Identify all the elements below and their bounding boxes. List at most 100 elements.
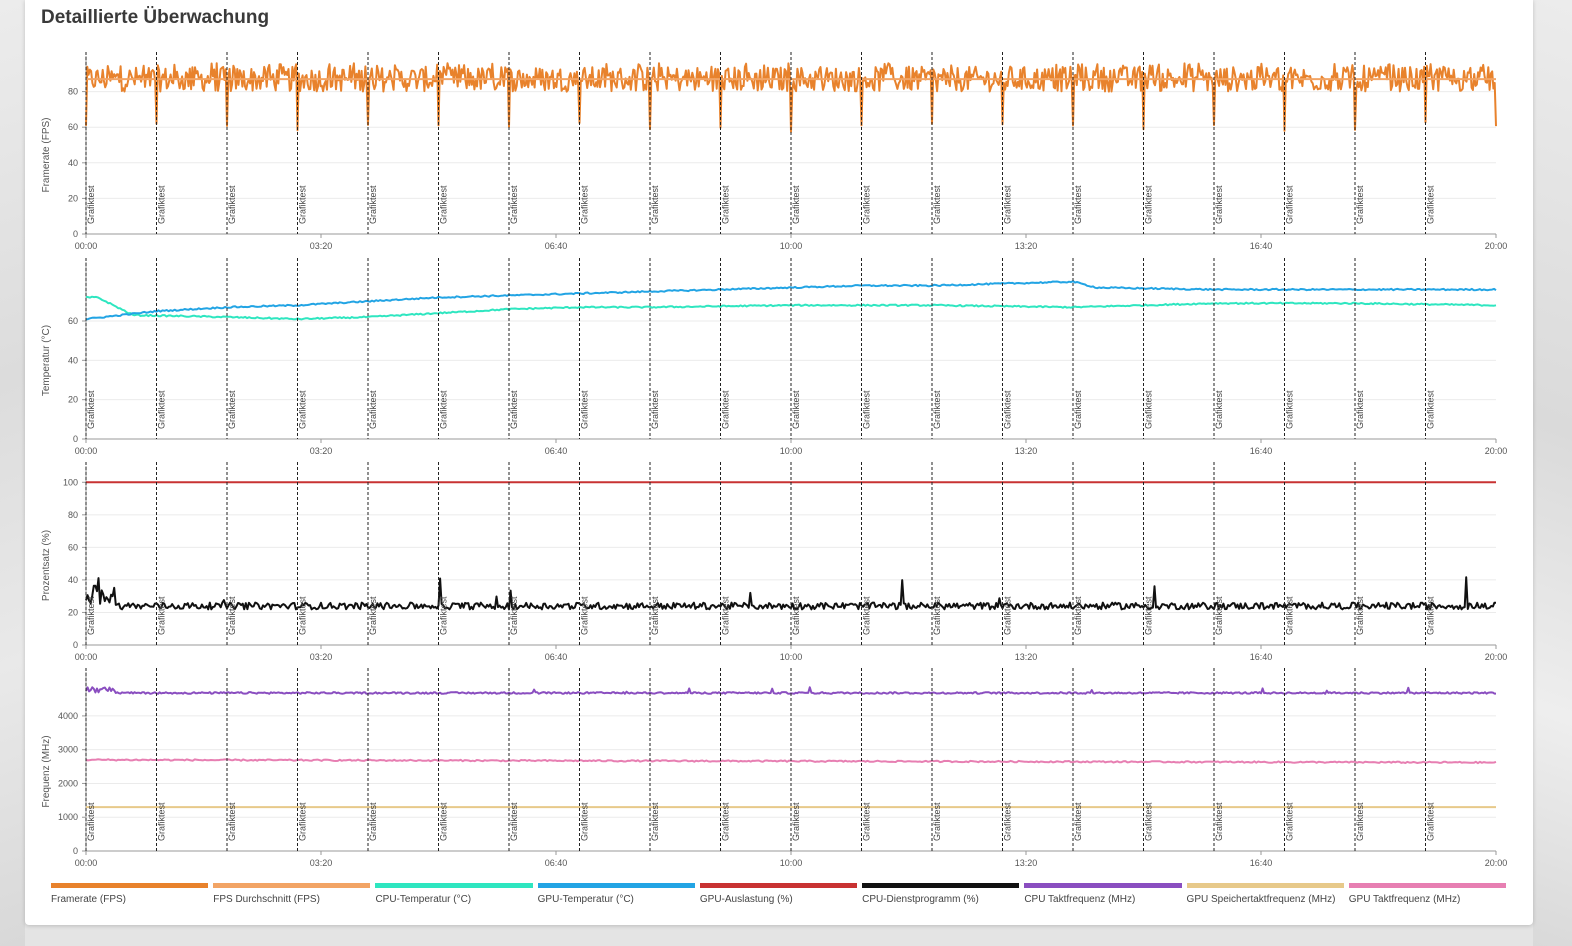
- event-marker-label: Grafiktest: [721, 802, 731, 841]
- event-marker-label: Grafiktest: [1214, 802, 1224, 841]
- event-marker-label: Grafiktest: [1355, 390, 1365, 429]
- y-tick-label: 2000: [58, 778, 78, 788]
- event-marker-label: Grafiktest: [298, 802, 308, 841]
- event-marker-label: Grafiktest: [157, 596, 167, 635]
- x-tick-label: 10:00: [780, 446, 803, 456]
- legend-item[interactable]: FPS Durchschnitt (FPS): [213, 883, 371, 907]
- event-marker-label: Grafiktest: [862, 596, 872, 635]
- y-tick-label: 1000: [58, 812, 78, 822]
- event-marker-label: Grafiktest: [1285, 596, 1295, 635]
- x-tick-label: 20:00: [1485, 446, 1508, 456]
- legend-item[interactable]: Framerate (FPS): [51, 883, 209, 907]
- x-tick-label: 03:20: [310, 241, 333, 251]
- y-tick-label: 0: [73, 846, 78, 856]
- event-marker-label: Grafiktest: [1426, 390, 1436, 429]
- x-tick-label: 10:00: [780, 652, 803, 662]
- event-marker-label: Grafiktest: [862, 185, 872, 224]
- event-marker-label: Grafiktest: [227, 390, 237, 429]
- x-tick-label: 16:40: [1250, 858, 1273, 868]
- event-marker-label: Grafiktest: [157, 185, 167, 224]
- legend-swatch: [375, 883, 533, 888]
- legend-item[interactable]: GPU-Temperatur (°C): [537, 883, 695, 907]
- x-tick-label: 06:40: [545, 858, 568, 868]
- event-marker-label: Grafiktest: [650, 596, 660, 635]
- event-marker-label: Grafiktest: [1426, 185, 1436, 224]
- x-tick-label: 20:00: [1485, 652, 1508, 662]
- chart-panel-3: 0 20 40 60 80 100 00:00 03:20 06:40 10:00 13:20 16:…: [41, 462, 1507, 662]
- event-marker-label: Grafiktest: [1073, 390, 1083, 429]
- y-tick-label: 60: [68, 122, 78, 132]
- legend-label: Framerate (FPS): [51, 894, 127, 905]
- monitoring-charts: 0 20 40 60 80 00:00 03:20 06:40 10:00 13:20 16:40 2…: [41, 52, 1508, 868]
- event-marker-label: Grafiktest: [157, 802, 167, 841]
- event-marker-label: Grafiktest: [1214, 390, 1224, 429]
- event-marker-label: Grafiktest: [1144, 390, 1154, 429]
- event-marker-label: Grafiktest: [1073, 185, 1083, 224]
- x-tick-label: 16:40: [1250, 652, 1273, 662]
- x-tick-label: 03:20: [310, 652, 333, 662]
- y-tick-label: 0: [73, 229, 78, 239]
- x-tick-label: 20:00: [1485, 858, 1508, 868]
- event-marker-label: Grafiktest: [932, 596, 942, 635]
- x-tick-label: 00:00: [75, 858, 98, 868]
- x-tick-label: 16:40: [1250, 241, 1273, 251]
- event-marker-label: Grafiktest: [791, 390, 801, 429]
- event-marker-label: Grafiktest: [1426, 596, 1436, 635]
- legend-swatch: [1348, 883, 1506, 888]
- legend-item[interactable]: CPU-Dienstprogramm (%): [862, 883, 1020, 907]
- event-marker-label: Grafiktest: [368, 185, 378, 224]
- event-marker-label: Grafiktest: [1426, 802, 1436, 841]
- chart-panel-4: 0 1000 2000 3000 4000 00:00 03:20 06:40 10:00 13:…: [41, 668, 1507, 868]
- y-tick-label: 60: [68, 316, 78, 326]
- event-marker-label: Grafiktest: [580, 596, 590, 635]
- x-tick-label: 06:40: [545, 241, 568, 251]
- y-axis-label: Temperatur (°C): [41, 325, 52, 396]
- event-marker-label: Grafiktest: [509, 802, 519, 841]
- event-marker-label: Grafiktest: [509, 596, 519, 635]
- event-marker-label: Grafiktest: [721, 185, 731, 224]
- event-marker-label: Grafiktest: [227, 596, 237, 635]
- event-marker-label: Grafiktest: [439, 185, 449, 224]
- event-marker-label: Grafiktest: [1144, 185, 1154, 224]
- event-marker-label: Grafiktest: [1144, 596, 1154, 635]
- event-marker-label: Grafiktest: [650, 185, 660, 224]
- x-tick-label: 13:20: [1015, 446, 1038, 456]
- event-marker-label: Grafiktest: [580, 185, 590, 224]
- event-marker-label: Grafiktest: [862, 802, 872, 841]
- y-axis-label: Prozentsatz (%): [41, 530, 52, 601]
- event-marker-label: Grafiktest: [791, 185, 801, 224]
- legend-label: GPU-Auslastung (%): [699, 894, 793, 905]
- x-tick-label: 00:00: [75, 652, 98, 662]
- legend-item[interactable]: GPU Taktfrequenz (MHz): [1348, 883, 1506, 907]
- legend-item[interactable]: CPU-Temperatur (°C): [375, 883, 533, 907]
- event-marker-label: Grafiktest: [86, 802, 96, 841]
- event-marker-label: Grafiktest: [932, 185, 942, 224]
- legend-swatch: [862, 883, 1020, 888]
- x-tick-label: 10:00: [780, 858, 803, 868]
- event-marker-label: Grafiktest: [509, 185, 519, 224]
- legend-item[interactable]: GPU Speichertaktfrequenz (MHz): [1186, 883, 1344, 907]
- event-marker-label: Grafiktest: [1003, 390, 1013, 429]
- chart-panel-1: 0 20 40 60 80 00:00 03:20 06:40 10:00 13:20 16:40 2…: [41, 52, 1507, 251]
- event-marker-label: Grafiktest: [298, 596, 308, 635]
- x-tick-label: 03:20: [310, 858, 333, 868]
- event-marker-label: Grafiktest: [650, 390, 660, 429]
- x-tick-label: 10:00: [780, 241, 803, 251]
- event-marker-label: Grafiktest: [227, 802, 237, 841]
- legend-swatch: [1186, 883, 1344, 888]
- event-marker-label: Grafiktest: [1073, 802, 1083, 841]
- event-marker-label: Grafiktest: [1355, 802, 1365, 841]
- y-tick-label: 0: [73, 640, 78, 650]
- legend-swatch: [51, 883, 209, 888]
- event-marker-label: Grafiktest: [368, 802, 378, 841]
- legend-item[interactable]: CPU Taktfrequenz (MHz): [1024, 883, 1182, 907]
- y-axis-label: Frequenz (MHz): [41, 735, 52, 807]
- legend-item[interactable]: GPU-Auslastung (%): [699, 883, 858, 907]
- y-tick-label: 60: [68, 542, 78, 552]
- event-marker-label: Grafiktest: [157, 390, 167, 429]
- x-tick-label: 20:00: [1485, 241, 1508, 251]
- event-marker-label: Grafiktest: [439, 802, 449, 841]
- event-marker-label: Grafiktest: [298, 185, 308, 224]
- event-marker-label: Grafiktest: [580, 390, 590, 429]
- y-axis-label: Framerate (FPS): [41, 117, 52, 192]
